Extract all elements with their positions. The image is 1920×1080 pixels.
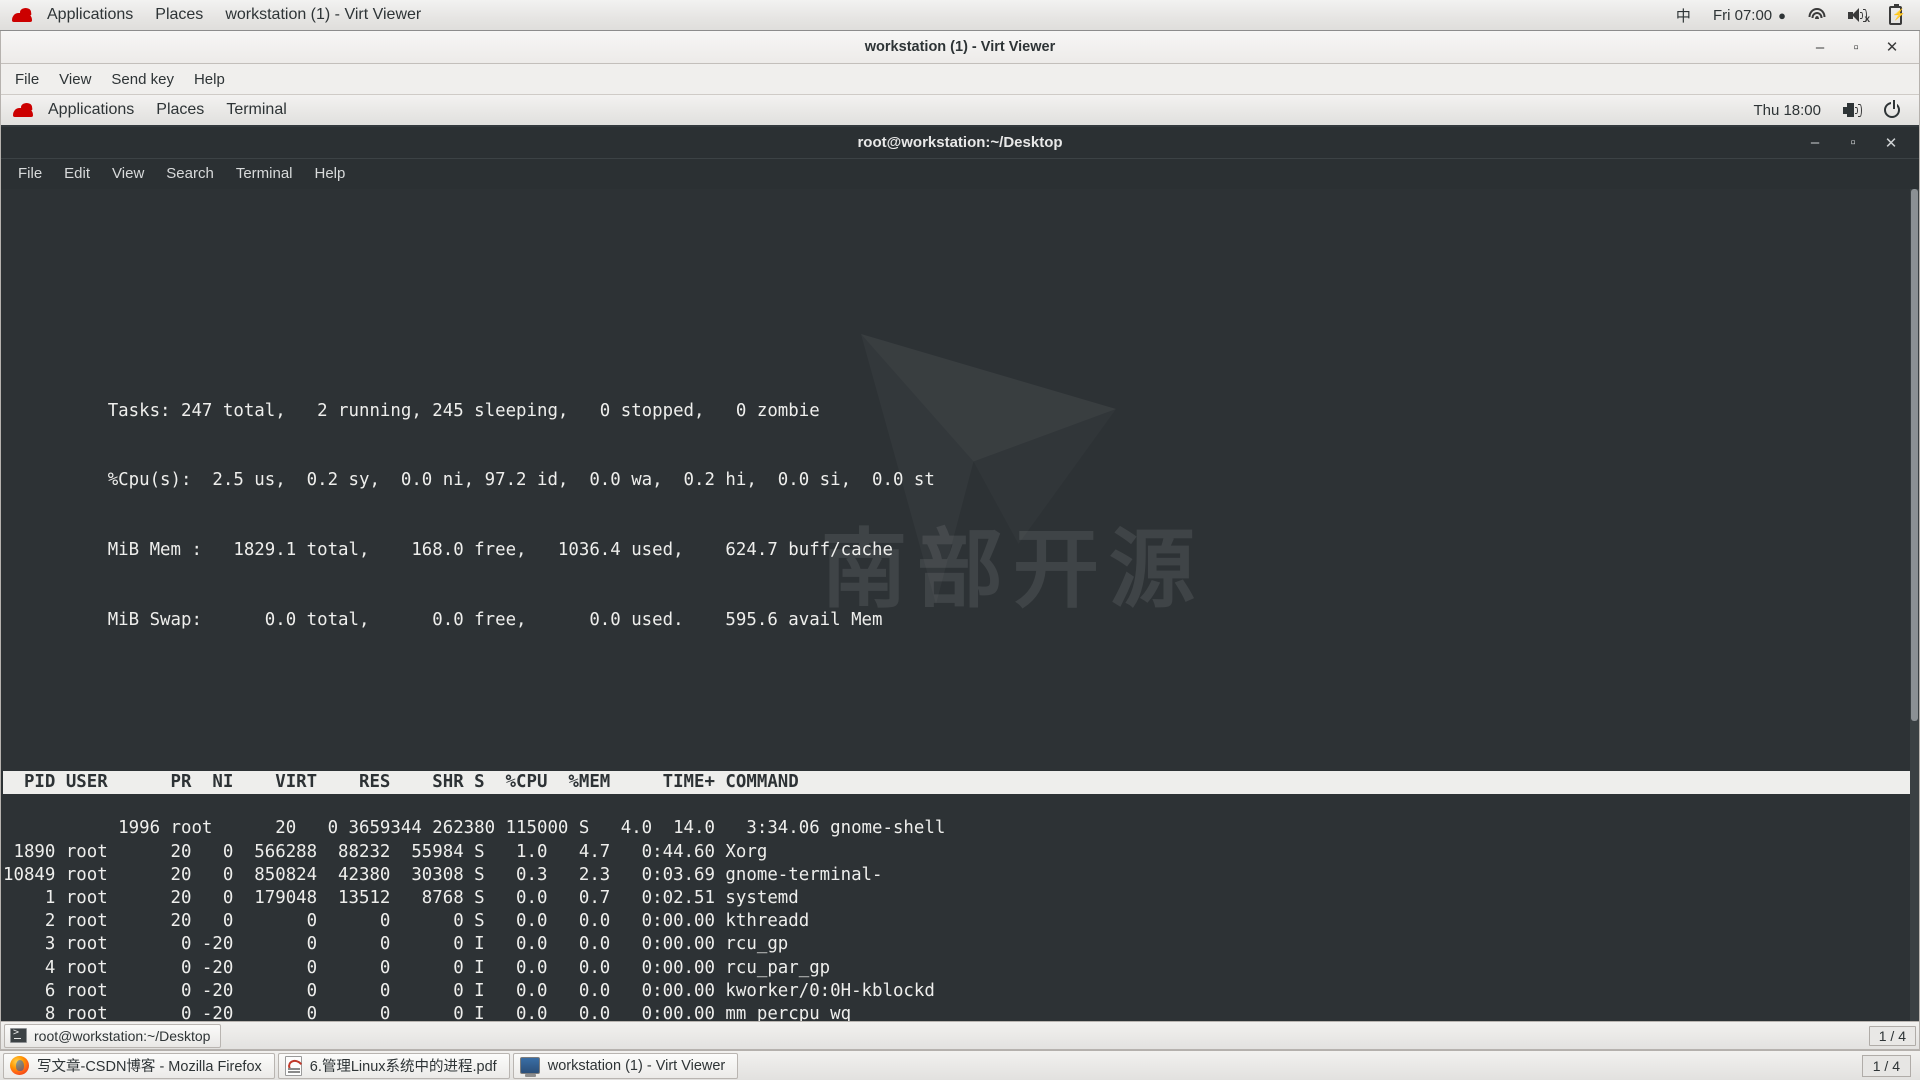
top-summary-mem: MiB Mem : 1829.1 total, 168.0 free, 1036… — [108, 540, 893, 560]
host-clock[interactable]: Fri 07:00 ● — [1703, 0, 1796, 30]
host-taskbar: 写文章-CSDN博客 - Mozilla Firefox 6.管理Linux系统… — [0, 1050, 1920, 1080]
firefox-icon — [10, 1056, 29, 1075]
process-row: 3 root 0 -20 0 0 0 I 0.0 0.0 0:00.00 rcu… — [3, 934, 788, 954]
host-taskbar-item-pdf-label: 6.管理Linux系统中的进程.pdf — [310, 1055, 497, 1076]
virt-viewer-window: workstation (1) - Virt Viewer – ▫ ✕ File… — [0, 31, 1920, 1050]
host-menu-applications[interactable]: Applications — [36, 0, 144, 30]
terminal-scrollbar-thumb[interactable] — [1911, 189, 1918, 721]
process-row: 1890 root 20 0 566288 88232 55984 S 1.0 … — [3, 842, 767, 862]
volume-icon[interactable] — [1834, 99, 1871, 122]
terminal-menu-file[interactable]: File — [7, 162, 53, 185]
vm-workspace-switcher[interactable]: 1 / 4 — [1869, 1026, 1916, 1046]
vv-menu-help[interactable]: Help — [184, 67, 235, 92]
host-menu-places[interactable]: Places — [144, 0, 214, 30]
terminal-close-icon[interactable]: ✕ — [1883, 134, 1899, 152]
host-taskbar-item-virt-viewer[interactable]: workstation (1) - Virt Viewer — [513, 1053, 739, 1079]
terminal-title: root@workstation:~/Desktop — [1, 134, 1919, 151]
host-desktop: Applications Places workstation (1) - Vi… — [0, 0, 1920, 1080]
host-window-title-button[interactable]: workstation (1) - Virt Viewer — [214, 0, 432, 30]
vv-menu-send-key[interactable]: Send key — [101, 67, 184, 92]
minimize-icon[interactable]: – — [1811, 39, 1829, 56]
vm-top-panel: Applications Places Terminal Thu 18:00 — [1, 95, 1919, 127]
maximize-icon[interactable]: ▫ — [1847, 39, 1865, 56]
vv-menu-view[interactable]: View — [49, 67, 101, 92]
vm-menu-applications[interactable]: Applications — [37, 95, 145, 126]
notification-dot-icon: ● — [1778, 9, 1786, 22]
gnome-terminal-window: root@workstation:~/Desktop – ▫ ✕ File Ed… — [1, 127, 1919, 1021]
process-row: 10849 root 20 0 850824 42380 30308 S 0.3… — [3, 865, 882, 885]
process-row: 2 root 20 0 0 0 0 S 0.0 0.0 0:00.00 kthr… — [3, 911, 809, 931]
terminal-icon — [10, 1028, 27, 1043]
virt-viewer-title: workstation (1) - Virt Viewer — [1, 39, 1919, 55]
terminal-titlebar[interactable]: root@workstation:~/Desktop – ▫ ✕ — [1, 127, 1919, 159]
terminal-window-controls: – ▫ ✕ — [1807, 134, 1919, 152]
terminal-menu-view[interactable]: View — [101, 162, 155, 185]
vv-menu-file[interactable]: File — [5, 67, 49, 92]
process-row: 1 root 20 0 179048 13512 8768 S 0.0 0.7 … — [3, 888, 799, 908]
host-clock-text: Fri 07:00 — [1713, 7, 1772, 24]
wifi-icon[interactable] — [1798, 0, 1836, 30]
vm-menu-places[interactable]: Places — [145, 95, 215, 126]
terminal-menubar: File Edit View Search Terminal Help — [1, 159, 1919, 189]
watermark-text: 南部开源 — [821, 559, 1205, 582]
vm-redhat-logo-icon[interactable] — [11, 101, 35, 119]
process-row: 6 root 0 -20 0 0 0 I 0.0 0.0 0:00.00 kwo… — [3, 981, 935, 1001]
virt-viewer-window-controls: – ▫ ✕ — [1811, 38, 1919, 56]
host-taskbar-item-virt-viewer-label: workstation (1) - Virt Viewer — [548, 1058, 726, 1074]
host-taskbar-item-firefox[interactable]: 写文章-CSDN博客 - Mozilla Firefox — [3, 1053, 275, 1079]
vm-panel-status-area: Thu 18:00 — [1744, 98, 1919, 123]
vm-taskbar: root@workstation:~/Desktop 1 / 4 — [1, 1021, 1919, 1049]
redhat-logo-icon[interactable] — [10, 6, 34, 24]
vm-menu-terminal[interactable]: Terminal — [215, 95, 297, 126]
process-table-header: PID USER PR NI VIRT RES SHR S %CPU %MEM … — [3, 771, 1911, 794]
pdf-icon — [285, 1056, 302, 1076]
terminal-menu-search[interactable]: Search — [155, 162, 225, 185]
vm-taskbar-item-terminal[interactable]: root@workstation:~/Desktop — [4, 1024, 221, 1048]
power-icon[interactable] — [1875, 98, 1909, 122]
top-summary-cpu: %Cpu(s): 2.5 us, 0.2 sy, 0.0 ni, 97.2 id… — [108, 470, 935, 490]
vm-clock[interactable]: Thu 18:00 — [1744, 98, 1830, 123]
terminal-output[interactable]: 南部开源 Tasks: 247 total, 2 running, 245 sl… — [1, 189, 1919, 1021]
terminal-maximize-icon[interactable]: ▫ — [1845, 134, 1861, 151]
host-taskbar-item-pdf[interactable]: 6.管理Linux系统中的进程.pdf — [278, 1053, 510, 1079]
terminal-menu-terminal[interactable]: Terminal — [225, 162, 304, 185]
terminal-minimize-icon[interactable]: – — [1807, 134, 1823, 151]
virt-viewer-icon — [520, 1057, 540, 1074]
process-row: 4 root 0 -20 0 0 0 I 0.0 0.0 0:00.00 rcu… — [3, 958, 830, 978]
battery-charging-icon[interactable] — [1879, 0, 1912, 30]
host-workspace-switcher[interactable]: 1 / 4 — [1862, 1055, 1911, 1077]
process-table-body: 1996 root 20 0 3659344 262380 115000 S 4… — [3, 818, 945, 1021]
virt-viewer-menubar: File View Send key Help — [1, 64, 1919, 95]
volume-muted-icon[interactable]: x — [1838, 0, 1877, 30]
terminal-menu-edit[interactable]: Edit — [53, 162, 101, 185]
host-taskbar-item-firefox-label: 写文章-CSDN博客 - Mozilla Firefox — [37, 1055, 262, 1076]
host-panel-status-area: 中 Fri 07:00 ● x — [1666, 0, 1920, 30]
host-top-panel: Applications Places workstation (1) - Vi… — [0, 0, 1920, 31]
terminal-blank-line — [3, 353, 1919, 376]
vm-taskbar-item-label: root@workstation:~/Desktop — [34, 1028, 210, 1044]
virt-viewer-titlebar[interactable]: workstation (1) - Virt Viewer – ▫ ✕ — [1, 31, 1919, 64]
input-method-indicator[interactable]: 中 — [1666, 0, 1701, 30]
top-summary-tasks: Tasks: 247 total, 2 running, 245 sleepin… — [108, 401, 820, 421]
process-row: 1996 root 20 0 3659344 262380 115000 S 4… — [108, 818, 946, 838]
terminal-menu-help[interactable]: Help — [304, 162, 357, 185]
close-icon[interactable]: ✕ — [1883, 38, 1901, 56]
terminal-blank-line-2 — [3, 701, 1919, 724]
terminal-scrollbar[interactable] — [1910, 189, 1919, 1021]
top-summary-swap: MiB Swap: 0.0 total, 0.0 free, 0.0 used.… — [108, 610, 883, 630]
process-row: 8 root 0 -20 0 0 0 I 0.0 0.0 0:00.00 mm_… — [3, 1004, 851, 1021]
vm-screen: Applications Places Terminal Thu 18:00 r… — [1, 95, 1919, 1049]
